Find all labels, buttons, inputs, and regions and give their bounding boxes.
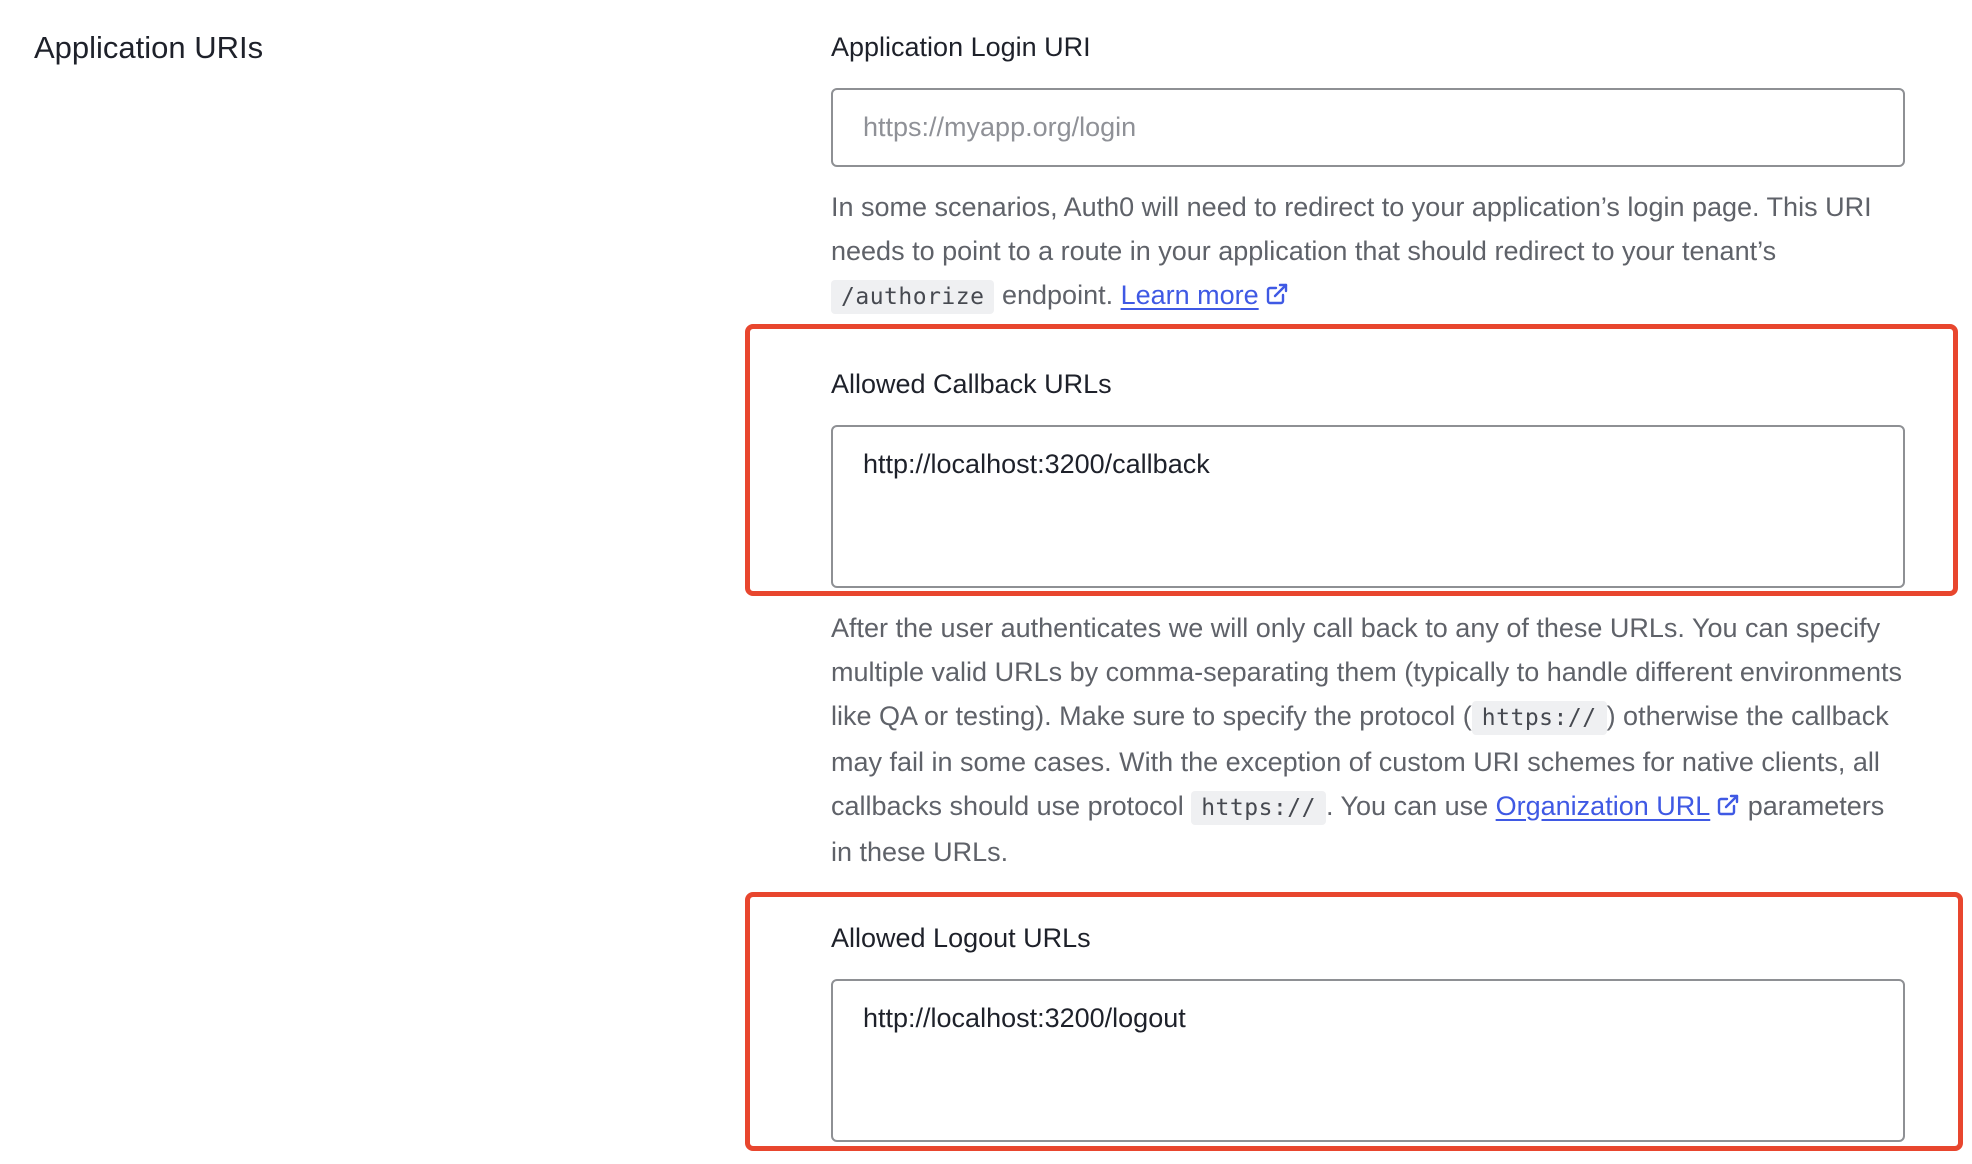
login-uri-help-text-2: endpoint.	[994, 280, 1121, 310]
logout-urls-label: Allowed Logout URLs	[831, 923, 1091, 953]
section-title: Application URIs	[34, 30, 264, 65]
external-link-icon[interactable]	[1265, 282, 1289, 306]
callback-urls-help: After the user authenticates we will onl…	[831, 606, 1905, 874]
https-code-2: https://	[1191, 791, 1326, 825]
organization-url-link[interactable]: Organization URL	[1496, 791, 1711, 821]
callback-help-text-3: . You can use	[1325, 791, 1496, 821]
learn-more-link[interactable]: Learn more	[1121, 280, 1259, 310]
external-link-icon[interactable]	[1716, 793, 1740, 817]
login-uri-input[interactable]	[831, 88, 1905, 167]
https-code-1: https://	[1471, 701, 1607, 735]
logout-urls-input[interactable]: http://localhost:3200/logout	[831, 979, 1905, 1142]
login-uri-label: Application Login URI	[831, 32, 1091, 62]
authorize-code: /authorize	[831, 280, 995, 314]
callback-urls-label: Allowed Callback URLs	[831, 369, 1112, 399]
login-uri-help-text: In some scenarios, Auth0 will need to re…	[831, 192, 1872, 266]
login-uri-help: In some scenarios, Auth0 will need to re…	[831, 185, 1905, 319]
callback-urls-input[interactable]: http://localhost:3200/callback	[831, 425, 1905, 588]
